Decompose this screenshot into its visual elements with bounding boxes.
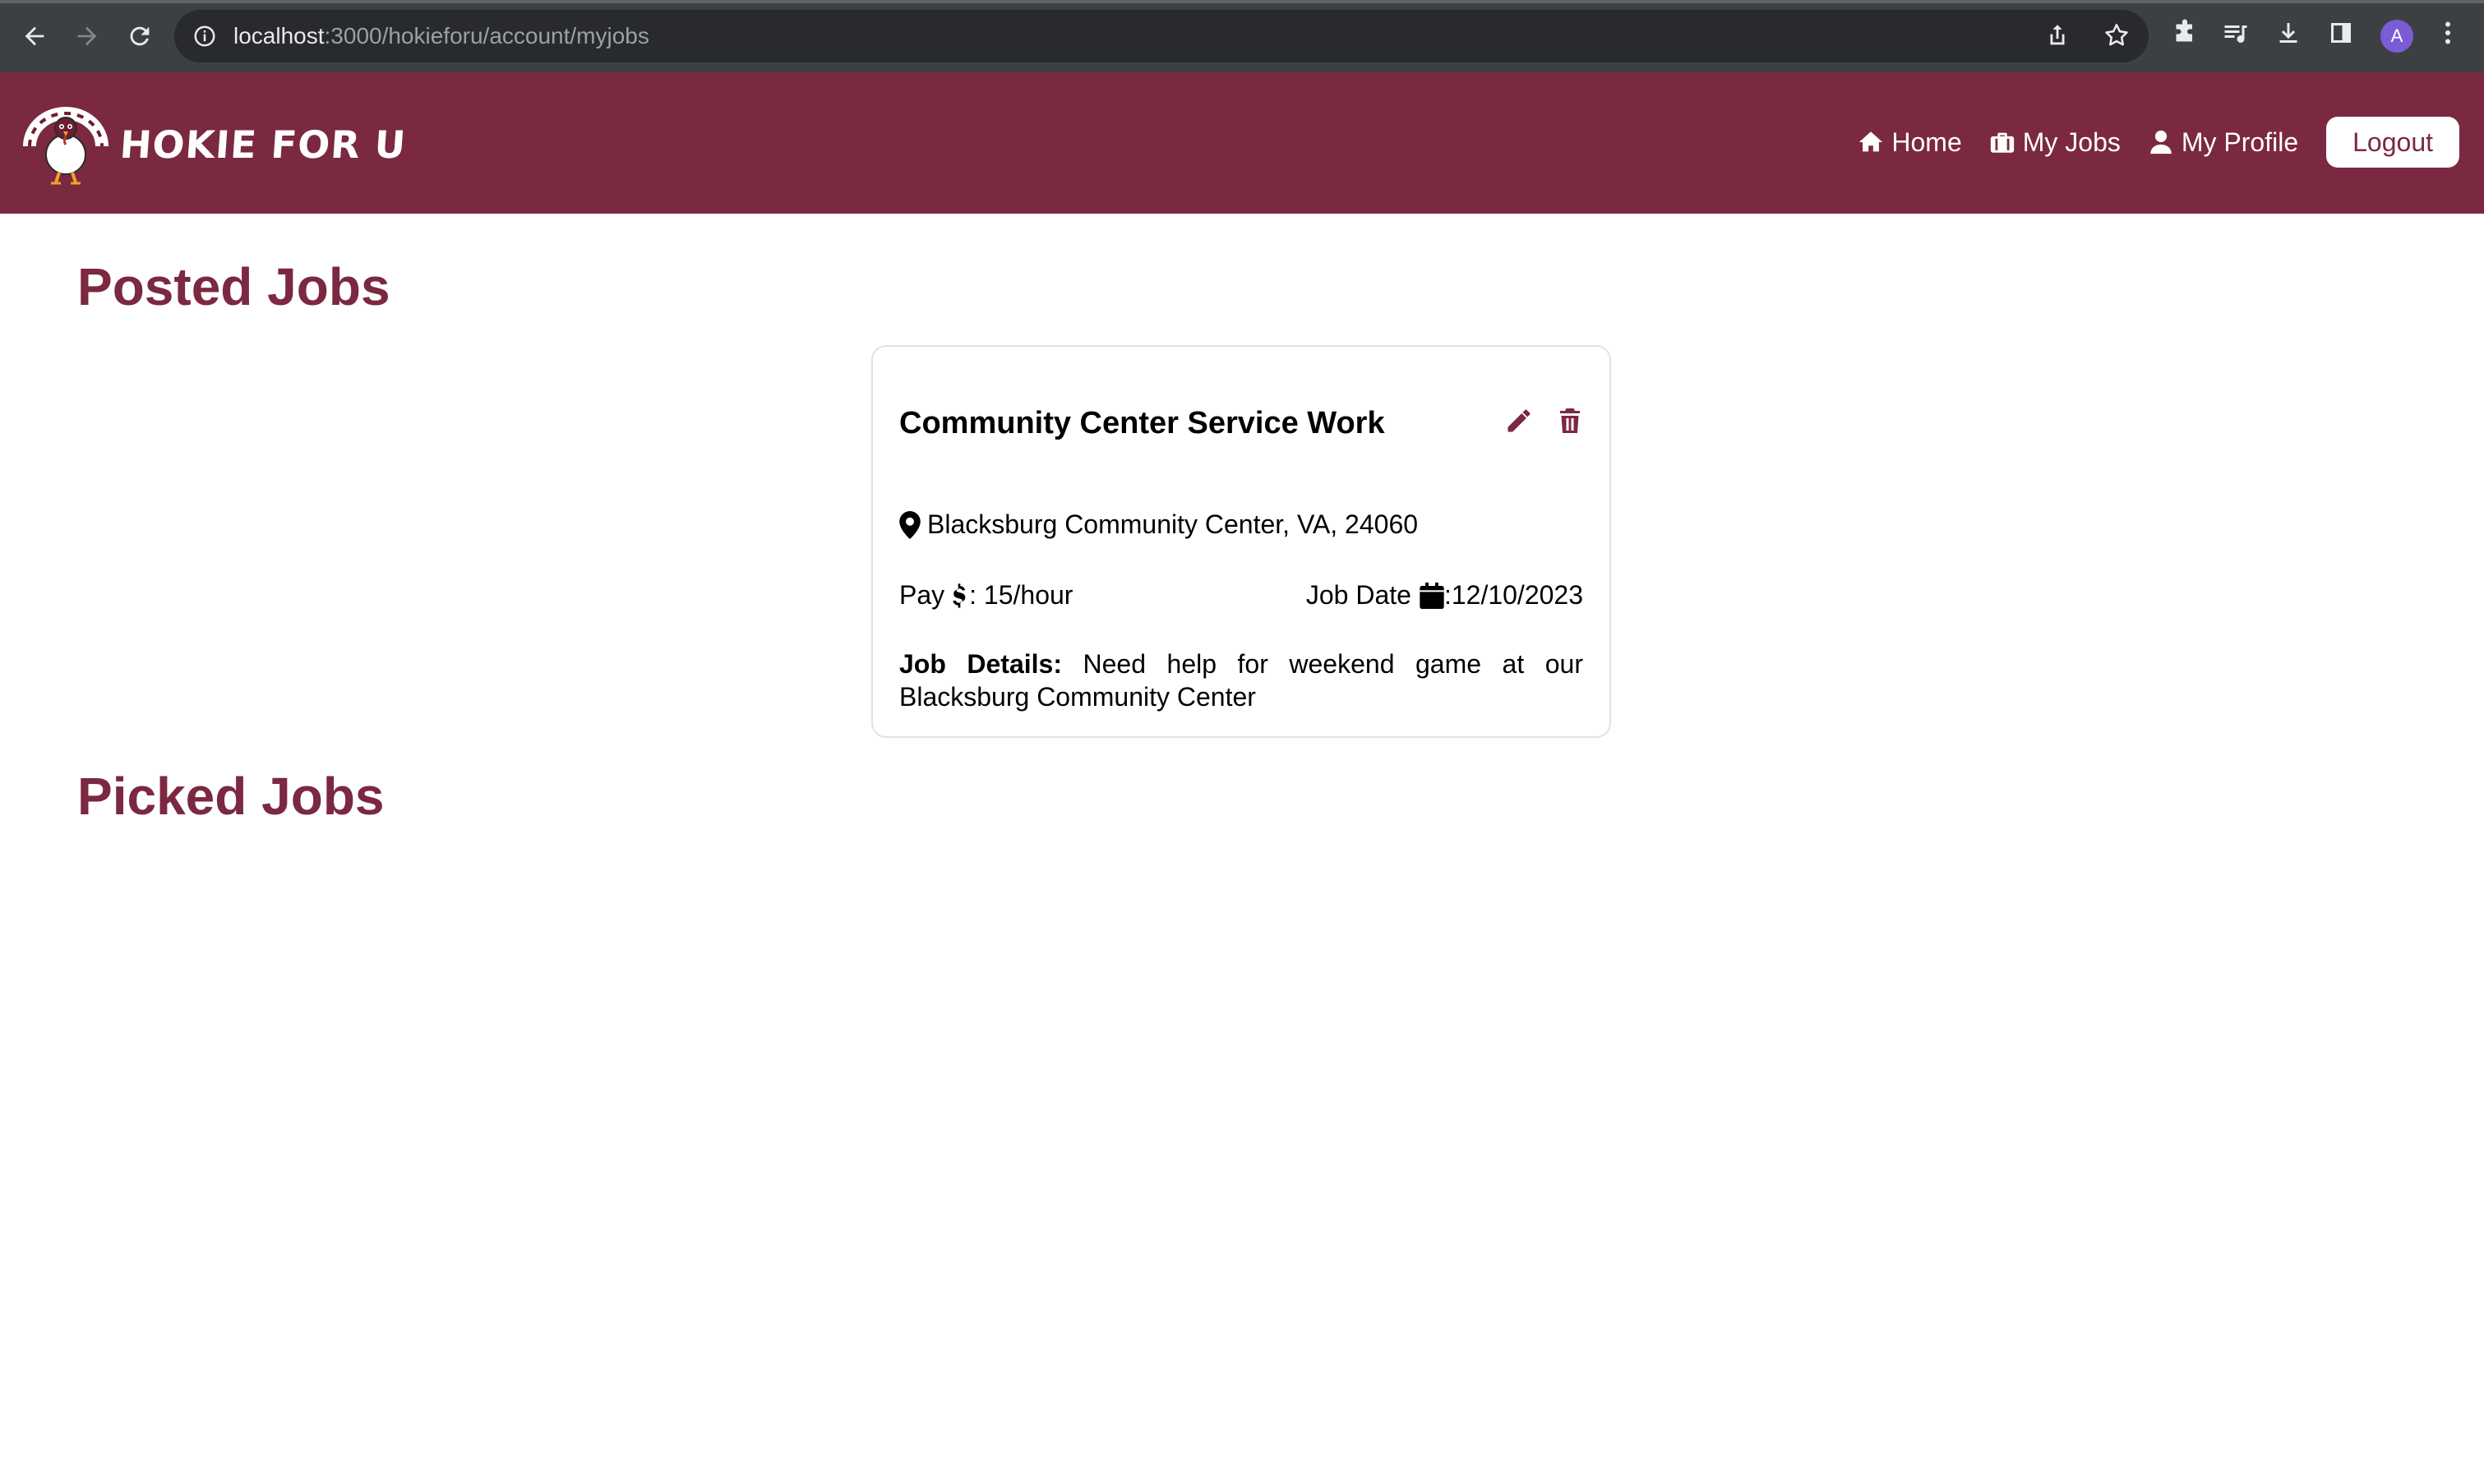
- nav-my-jobs[interactable]: My Jobs: [1988, 127, 2121, 158]
- back-button[interactable]: [16, 18, 53, 54]
- logout-button[interactable]: Logout: [2326, 117, 2459, 168]
- home-icon: [1859, 131, 1883, 152]
- share-icon[interactable]: [2043, 21, 2071, 49]
- job-actions: [1504, 406, 1585, 436]
- job-meta-row: Pay : 15/hour Job Date :12/10/2023: [899, 580, 1583, 611]
- star-icon[interactable]: [2103, 21, 2131, 49]
- nav-home-label: Home: [1891, 127, 1962, 157]
- extensions-button[interactable]: [2170, 18, 2200, 48]
- map-pin-icon: [899, 510, 921, 539]
- nav-my-profile[interactable]: My Profile: [2147, 127, 2298, 158]
- turkey-logo: [23, 107, 109, 185]
- reload-button[interactable]: [122, 18, 158, 54]
- browser-toolbar: localhost:3000/hokieforu/account/myjobs …: [0, 0, 2484, 72]
- brand[interactable]: HOKIE FOR U: [23, 104, 409, 186]
- menu-button[interactable]: [2433, 18, 2463, 48]
- dollar-icon: [953, 583, 966, 608]
- media-button[interactable]: [2221, 18, 2251, 48]
- brand-name: HOKIE FOR U: [118, 122, 409, 167]
- arrow-left-icon: [25, 26, 44, 46]
- reload-icon: [130, 26, 150, 46]
- calendar-icon: [1420, 582, 1444, 609]
- briefcase-icon: [1990, 132, 2014, 153]
- download-icon: [2279, 23, 2297, 43]
- address-bar[interactable]: localhost:3000/hokieforu/account/myjobs: [174, 10, 2149, 62]
- kebab-menu-icon: [2445, 21, 2450, 44]
- delete-trash-icon[interactable]: [1555, 406, 1585, 436]
- nav-links: Home My Jobs My Profile Logout: [1831, 117, 2459, 168]
- job-pay: Pay : 15/hour: [899, 580, 1073, 611]
- job-location: Blacksburg Community Center, VA, 24060: [899, 509, 1418, 540]
- job-details-label: Job Details:: [899, 649, 1062, 679]
- arrow-right-icon: [77, 26, 97, 46]
- info-icon[interactable]: [192, 24, 217, 48]
- nav-my-jobs-label: My Jobs: [2022, 127, 2121, 157]
- job-pay-label: Pay: [899, 580, 945, 610]
- downloads-button[interactable]: [2274, 18, 2303, 48]
- job-details: Job Details: Need help for weekend game …: [899, 648, 1583, 713]
- edit-pencil-icon[interactable]: [1504, 406, 1534, 436]
- side-panel-button[interactable]: [2326, 18, 2356, 48]
- job-pay-value: : 15/hour: [969, 580, 1073, 610]
- nav-home[interactable]: Home: [1857, 127, 1962, 158]
- job-date-label: Job Date: [1305, 580, 1411, 610]
- job-card: Community Center Service Work Blacksburg…: [871, 345, 1611, 738]
- forward-button[interactable]: [69, 18, 105, 54]
- url-path: :3000/hokieforu/account/myjobs: [324, 23, 649, 48]
- profile-avatar[interactable]: A: [2380, 20, 2413, 53]
- job-date: Job Date :12/10/2023: [1306, 580, 1583, 611]
- puzzle-icon: [2176, 19, 2192, 42]
- app-navbar: HOKIE FOR U Home My Jobs My Profile Logo…: [0, 72, 2484, 214]
- user-icon: [2150, 130, 2172, 154]
- job-title: Community Center Service Work: [899, 406, 1385, 440]
- side-panel-icon: [2331, 23, 2351, 43]
- job-date-value: :12/10/2023: [1443, 580, 1583, 610]
- nav-my-profile-label: My Profile: [2181, 127, 2299, 157]
- url-host: localhost: [233, 23, 325, 48]
- queue-music-icon: [2224, 25, 2247, 44]
- picked-jobs-heading: Picked Jobs: [77, 767, 385, 826]
- posted-jobs-heading: Posted Jobs: [77, 257, 390, 316]
- url-text[interactable]: localhost:3000/hokieforu/account/myjobs: [233, 23, 649, 49]
- job-location-text: Blacksburg Community Center, VA, 24060: [927, 509, 1419, 539]
